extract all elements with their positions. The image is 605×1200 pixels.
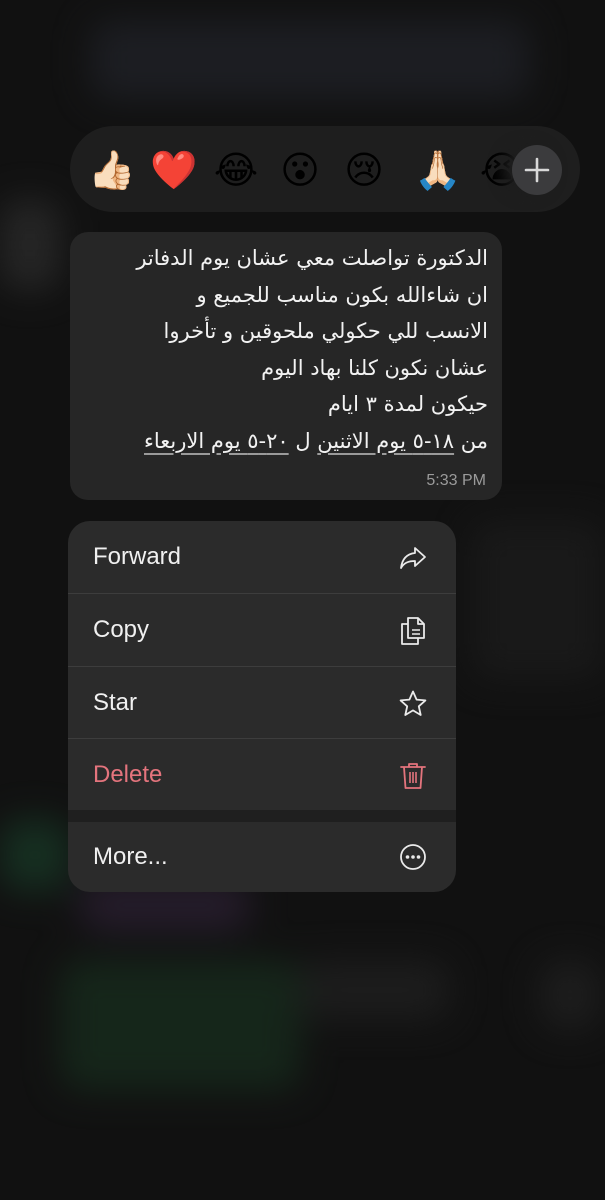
- menu-item-copy[interactable]: Copy: [68, 594, 456, 666]
- share-arrow-icon: [400, 547, 426, 569]
- message-timestamp: 5:33 PM: [426, 472, 486, 489]
- reaction-laughing[interactable]: 😂: [210, 144, 262, 196]
- message-line: الانسب للي حكولي ملحوقين و تأخروا: [163, 319, 488, 343]
- menu-item-label: Copy: [93, 616, 150, 643]
- message-line: ان شاءالله بكون مناسب للجميع و: [196, 282, 488, 307]
- plus-icon: [524, 157, 550, 183]
- date-link-end[interactable]: ٢٠-٥ يوم الاربعاء: [144, 429, 289, 453]
- ellipsis-circle-icon: [400, 844, 426, 870]
- message-line-dates: من ١٨-٥ يوم الاثنين ل ٢٠-٥ يوم الاربعاء: [82, 423, 488, 460]
- menu-item-label: Forward: [93, 543, 182, 570]
- menu-item-label: Delete: [93, 761, 163, 788]
- message-line: الدكتورة تواصلت معي عشان يوم الدفاتر: [136, 246, 488, 270]
- copy-icon: [401, 617, 425, 645]
- date-link-start[interactable]: ١٨-٥ يوم الاثنين: [317, 429, 454, 453]
- date-prefix: من: [454, 428, 488, 453]
- menu-item-label: Star: [93, 689, 138, 716]
- menu-item-delete[interactable]: Delete: [68, 739, 456, 811]
- context-menu: Forward Copy Star Delete More...: [68, 521, 456, 892]
- screen: 👍🏻 ❤️ 😂 😮 😢 🙏🏻 😭 الدكتورة تواصلت معي عشا…: [0, 0, 605, 1200]
- message-line: عشان نكون كلنا بهاد اليوم: [261, 355, 488, 380]
- reaction-thumbs-up[interactable]: 👍🏻: [86, 144, 138, 196]
- message-text: الدكتورة تواصلت معي عشان يوم الدفاتر ان …: [82, 240, 488, 459]
- reaction-sad[interactable]: 😢: [338, 144, 390, 196]
- trash-icon: [400, 763, 426, 789]
- date-separator: ل: [288, 428, 318, 453]
- menu-item-star[interactable]: Star: [68, 667, 456, 739]
- reaction-heart[interactable]: ❤️: [148, 144, 200, 196]
- message-line: حيكون لمدة ٣ ايام: [327, 392, 488, 416]
- menu-item-more[interactable]: More...: [68, 822, 456, 892]
- star-icon: [399, 690, 427, 716]
- menu-item-forward[interactable]: Forward: [68, 521, 456, 593]
- add-reaction-button[interactable]: [512, 145, 562, 195]
- menu-group-separator: [68, 810, 456, 822]
- reaction-praying[interactable]: 🙏🏻: [412, 144, 464, 196]
- menu-item-label: More...: [93, 843, 168, 870]
- reaction-bar: 👍🏻 ❤️ 😂 😮 😢 🙏🏻 😭: [70, 126, 580, 212]
- message-bubble[interactable]: الدكتورة تواصلت معي عشان يوم الدفاتر ان …: [70, 232, 502, 500]
- reaction-surprised[interactable]: 😮: [274, 144, 326, 196]
